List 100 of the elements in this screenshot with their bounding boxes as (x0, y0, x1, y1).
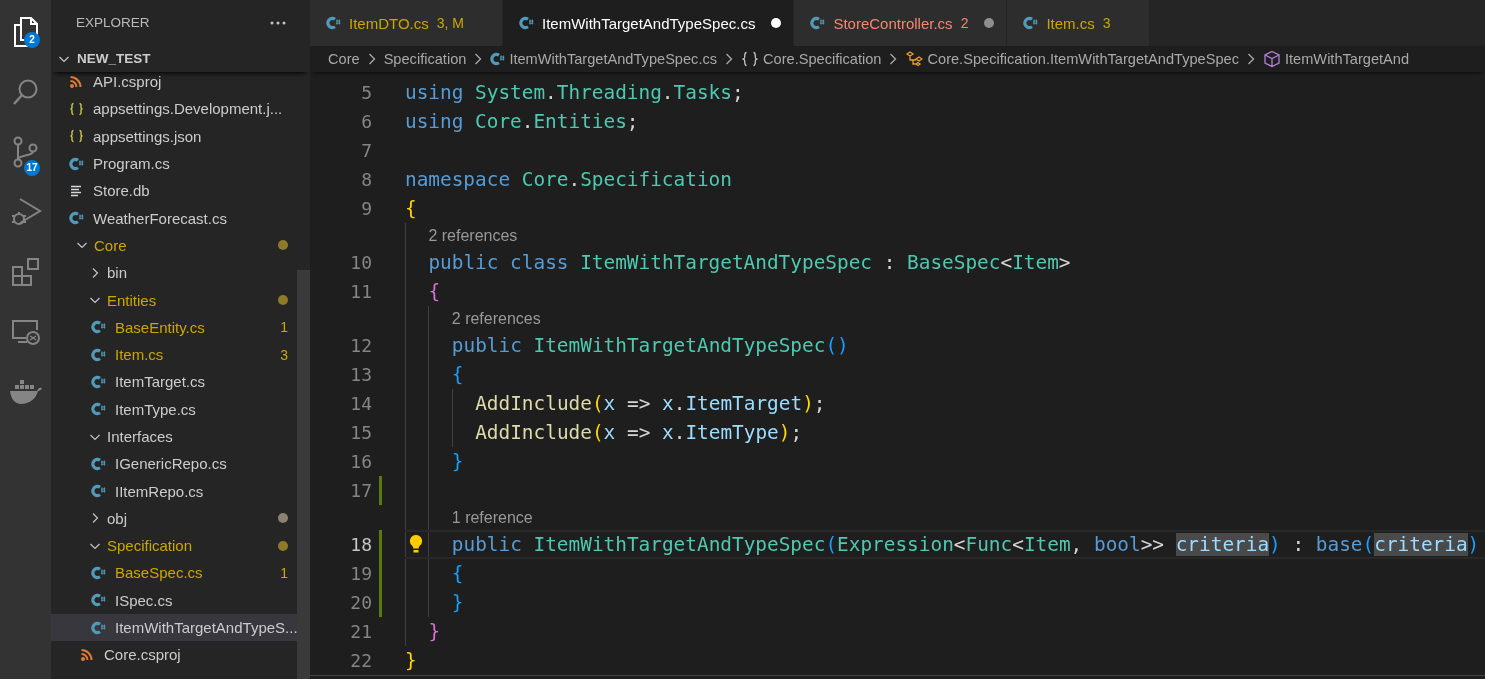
csharp-file-icon (91, 320, 106, 335)
class-icon (905, 51, 924, 67)
csharp-file-icon (91, 374, 106, 389)
chevron-right-icon (1245, 52, 1256, 66)
extensions-icon[interactable] (10, 257, 41, 287)
file-item[interactable]: ISpec.cs (51, 586, 297, 614)
editor-tab[interactable]: StoreController.cs 2 (794, 0, 1008, 46)
folder-item[interactable]: obj (51, 504, 297, 533)
file-item[interactable]: Store.db (51, 177, 297, 205)
csharp-file-icon (810, 16, 826, 30)
line-number: 14 (349, 393, 372, 414)
code-line: } (405, 649, 417, 672)
more-actions-icon[interactable] (270, 20, 286, 25)
file-item[interactable]: Item.cs 3 (51, 340, 297, 369)
file-item[interactable]: ItemTarget.cs (51, 368, 297, 396)
whale-icon[interactable] (8, 379, 43, 405)
problem-count: 3, M (436, 15, 464, 31)
lightbulb-icon[interactable] (409, 534, 423, 554)
csharp-file-icon (91, 566, 106, 580)
breadcrumb-item[interactable]: ItemWithTargetAnd (1284, 51, 1410, 67)
editor-tab[interactable]: Item.cs 3 (1007, 0, 1150, 46)
folder-item[interactable]: Specification (51, 532, 297, 560)
file-item[interactable]: BaseEntity.cs 1 (51, 313, 297, 341)
rss-icon (69, 74, 84, 89)
folder-item[interactable]: bin (51, 259, 297, 287)
braces-icon (69, 129, 84, 144)
chevron-right-icon (473, 52, 484, 66)
code-line: } (428, 620, 441, 643)
line-number: 17 (349, 480, 372, 501)
line-number: 12 (349, 335, 372, 356)
file-item[interactable]: Core.csproj (51, 641, 297, 669)
codelens-link[interactable]: 1 reference (451, 508, 533, 527)
csharp-file-icon (91, 347, 106, 362)
file-item[interactable]: WeatherForecast.cs (51, 204, 297, 232)
codelens-link[interactable]: 2 references (428, 226, 518, 245)
rss-icon (80, 647, 95, 662)
folder-item[interactable]: Interfaces (51, 422, 297, 451)
editor-tab[interactable]: ItemWithTargetAndTypeSpec.cs (502, 0, 795, 46)
code-line: { (451, 562, 464, 585)
problem-count: 3 (1102, 15, 1111, 31)
chevron-right-icon (366, 52, 377, 66)
scrollbar-thumb[interactable] (297, 270, 310, 679)
problem-count: 3 (280, 346, 288, 363)
code-line: AddInclude(x => x.ItemType); (475, 421, 803, 444)
csharp-file-icon (91, 593, 106, 608)
remote-explorer-icon[interactable] (10, 317, 41, 347)
csharp-file-icon (490, 52, 506, 66)
text-file-icon (69, 183, 84, 198)
csharp-file-icon (326, 16, 341, 30)
code-line: AddInclude(x => x.ItemTarget); (475, 392, 826, 415)
line-number: 19 (349, 563, 372, 584)
code-line: public class ItemWithTargetAndTypeSpec : BaseSpec<Item> (428, 251, 1071, 274)
count-badge: 17 (24, 160, 40, 176)
line-number: 9 (360, 198, 372, 219)
file-item[interactable]: appsettings.Development.j... (51, 95, 297, 123)
file-item[interactable]: Program.cs (51, 149, 297, 178)
csharp-file-icon (91, 402, 106, 417)
code-line: public ItemWithTargetAndTypeSpec(Expression<Func<Item, bool>> criteria) : base(criteria) (451, 533, 1480, 556)
line-number: 11 (349, 281, 372, 302)
csharp-file-icon (518, 16, 534, 30)
problem-count: 1 (280, 319, 288, 336)
breadcrumb-item[interactable]: Core.Specification (763, 51, 882, 67)
code-line: using System.Threading.Tasks; (405, 81, 744, 104)
line-number: 21 (349, 621, 372, 642)
file-item[interactable]: ItemType.cs (51, 395, 297, 423)
problem-count: 1 (280, 565, 288, 581)
codelens-link[interactable]: 2 references (451, 309, 541, 328)
csharp-file-icon (69, 156, 84, 171)
line-number: 5 (360, 82, 372, 103)
folder-item[interactable]: Core (51, 231, 297, 260)
line-number: 6 (360, 111, 372, 132)
editor-tab[interactable]: ItemDTO.cs 3, M (310, 0, 503, 46)
csharp-file-icon (1023, 16, 1039, 30)
code-line: { (428, 280, 441, 303)
code-line: namespace Core.Specification (405, 168, 732, 191)
csharp-file-icon (69, 211, 84, 226)
problem-count: 2 (960, 15, 969, 31)
chevron-right-icon (724, 52, 735, 66)
line-number: 10 (349, 252, 372, 273)
line-number: 22 (349, 650, 372, 671)
section-header[interactable]: NEW_TEST (51, 45, 310, 72)
file-item[interactable]: IGenericRepo.cs (51, 450, 297, 478)
breadcrumb-item[interactable]: Specification (383, 51, 467, 67)
code-line: public ItemWithTargetAndTypeSpec() (451, 334, 849, 357)
csharp-file-icon (91, 484, 106, 499)
file-item[interactable]: BaseSpec.cs 1 (51, 559, 297, 587)
breadcrumb-item[interactable]: Core (328, 51, 360, 67)
folder-item[interactable]: Entities (51, 286, 297, 314)
breadcrumb-item[interactable]: Core.Specification.ItemWithTargetAndTypeSpec (927, 51, 1239, 67)
code-line: { (405, 197, 417, 220)
code-line: using Core.Entities; (405, 110, 639, 133)
code-line: } (451, 591, 464, 614)
code-line: { (451, 363, 464, 386)
count-badge: 2 (24, 32, 40, 48)
sidebar-title: EXPLORER (76, 15, 150, 30)
run-debug-icon[interactable] (9, 196, 42, 228)
file-item[interactable]: IItemRepo.cs (51, 477, 297, 505)
breadcrumb-item[interactable]: ItemWithTargetAndTypeSpec.cs (509, 51, 718, 67)
file-item[interactable]: appsettings.json (51, 122, 297, 150)
file-item[interactable]: ItemWithTargetAndTypeS... (51, 613, 297, 642)
